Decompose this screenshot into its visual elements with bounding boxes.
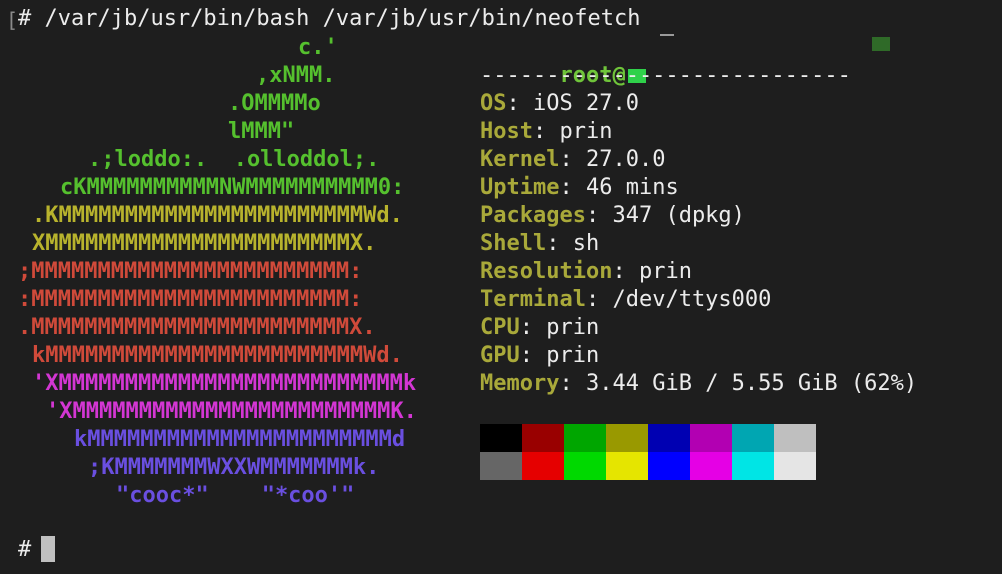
info-key-separator: : — [546, 231, 573, 256]
info-key-separator: : — [506, 91, 533, 116]
info-key: Shell — [480, 231, 547, 256]
color-swatch-normal — [564, 424, 606, 452]
logo-line: :MMMMMMMMMMMMMMMMMMMMMMMM: — [18, 287, 363, 312]
info-value: 46 mins — [585, 175, 679, 200]
info-key: GPU — [480, 343, 520, 368]
logo-line: kMMMMMMMMMMMMMMMMMMMMMMMMWd. — [32, 343, 403, 368]
info-key-separator: : — [559, 371, 586, 396]
terminal-window[interactable]: [ # /var/jb/usr/bin/bash /var/jb/usr/bin… — [0, 0, 1002, 574]
text-cursor — [41, 536, 56, 562]
color-swatch-normal — [648, 424, 690, 452]
logo-line: .MMMMMMMMMMMMMMMMMMMMMMMMX. — [18, 315, 376, 340]
info-key-separator: : — [519, 343, 547, 368]
info-key: Host — [480, 119, 533, 144]
logo-line: lMMM" — [228, 119, 295, 144]
logo-line: ;KMMMMMMMWXXWMMMMMMMk. — [88, 455, 380, 480]
logo-line: .;loddo:. .olloddol;. — [88, 147, 380, 172]
info-row-host: Host: prin — [480, 118, 612, 146]
info-row-shell: Shell: sh — [480, 230, 599, 258]
info-key: Terminal — [480, 287, 586, 312]
info-key: Uptime — [480, 175, 560, 200]
info-value: prin — [546, 343, 600, 368]
info-key: OS — [480, 91, 507, 116]
info-key-separator: : — [585, 203, 613, 228]
info-row-memory: Memory: 3.44 GiB / 5.55 GiB (62%) — [480, 370, 917, 398]
logo-line: .KMMMMMMMMMMMMMMMMMMMMMMMWd. — [32, 203, 403, 228]
info-value: sh — [572, 231, 600, 256]
hostname-redaction-block — [872, 37, 890, 51]
color-swatch-normal — [732, 424, 774, 452]
line-bracket-marker: [ — [6, 8, 19, 32]
info-row-kernel: Kernel: 27.0.0 — [480, 146, 665, 174]
color-swatch-bright — [606, 452, 648, 480]
info-key: CPU — [480, 315, 520, 340]
color-swatch-bright — [732, 452, 774, 480]
info-value: prin — [638, 259, 692, 284]
color-swatch-normal — [774, 424, 816, 452]
info-key-separator: : — [612, 259, 639, 284]
info-value: 27.0.0 — [585, 147, 666, 172]
logo-line: 'XMMMMMMMMMMMMMMMMMMMMMMMMMMk — [32, 371, 417, 396]
prompt-symbol: # — [18, 537, 32, 562]
logo-line: XMMMMMMMMMMMMMMMMMMMMMMMX. — [32, 231, 377, 256]
color-swatch-bright — [774, 452, 816, 480]
info-key: Packages — [480, 203, 586, 228]
info-row-terminal: Terminal: /dev/ttys000 — [480, 286, 771, 314]
color-swatch-bright — [690, 452, 732, 480]
info-row-cpu: CPU: prin — [480, 314, 599, 342]
info-value: prin — [559, 119, 613, 144]
shell-prompt[interactable]: # — [18, 536, 56, 564]
info-row-gpu: GPU: prin — [480, 342, 599, 370]
info-key: Memory — [480, 371, 560, 396]
info-value: prin — [546, 315, 600, 340]
color-swatch-normal — [690, 424, 732, 452]
info-row-resolution: Resolution: prin — [480, 258, 692, 286]
logo-line: ;MMMMMMMMMMMMMMMMMMMMMMMM: — [18, 259, 363, 284]
info-key: Resolution — [480, 259, 613, 284]
logo-line: c.' — [298, 35, 338, 60]
color-swatch-bright — [480, 452, 522, 480]
info-row-uptime: Uptime: 46 mins — [480, 174, 679, 202]
logo-line: cKMMMMMMMMMMNWMMMMMMMMMM0: — [60, 175, 405, 200]
info-value: 347 (dpkg) — [612, 203, 745, 228]
separator-line: ---------------------------- — [480, 63, 851, 88]
info-key-separator: : — [585, 287, 613, 312]
info-key-separator: : — [559, 147, 586, 172]
logo-line: .OMMMMo — [228, 91, 321, 116]
user-host-line: root@ — [480, 34, 890, 88]
logo-line: kMMMMMMMMMMMMMMMMMMMMMMMd — [74, 427, 406, 452]
info-row-packages: Packages: 347 (dpkg) — [480, 202, 745, 230]
info-value: /dev/ttys000 — [612, 287, 772, 312]
logo-line: ,xNMM. — [256, 63, 336, 88]
info-key-separator: : — [532, 119, 560, 144]
color-swatch-bright — [648, 452, 690, 480]
logo-line: 'XMMMMMMMMMMMMMMMMMMMMMMMMK. — [46, 399, 417, 424]
info-key: Kernel — [480, 147, 560, 172]
command-line: # /var/jb/usr/bin/bash /var/jb/usr/bin/n… — [18, 6, 641, 31]
logo-line: "cooc*" "*coo'" — [116, 483, 355, 508]
hostname-redaction-mark — [660, 34, 674, 36]
info-key-separator: : — [559, 175, 586, 200]
color-swatch-normal — [480, 424, 522, 452]
color-palette — [480, 424, 816, 480]
color-swatch-bright — [564, 452, 606, 480]
info-row-os: OS: iOS 27.0 — [480, 90, 639, 118]
color-swatch-normal — [606, 424, 648, 452]
color-swatch-normal — [522, 424, 564, 452]
info-value: 3.44 GiB / 5.55 GiB (62%) — [585, 371, 918, 396]
info-value: iOS 27.0 — [533, 91, 639, 116]
info-key-separator: : — [519, 315, 547, 340]
color-swatch-bright — [522, 452, 564, 480]
